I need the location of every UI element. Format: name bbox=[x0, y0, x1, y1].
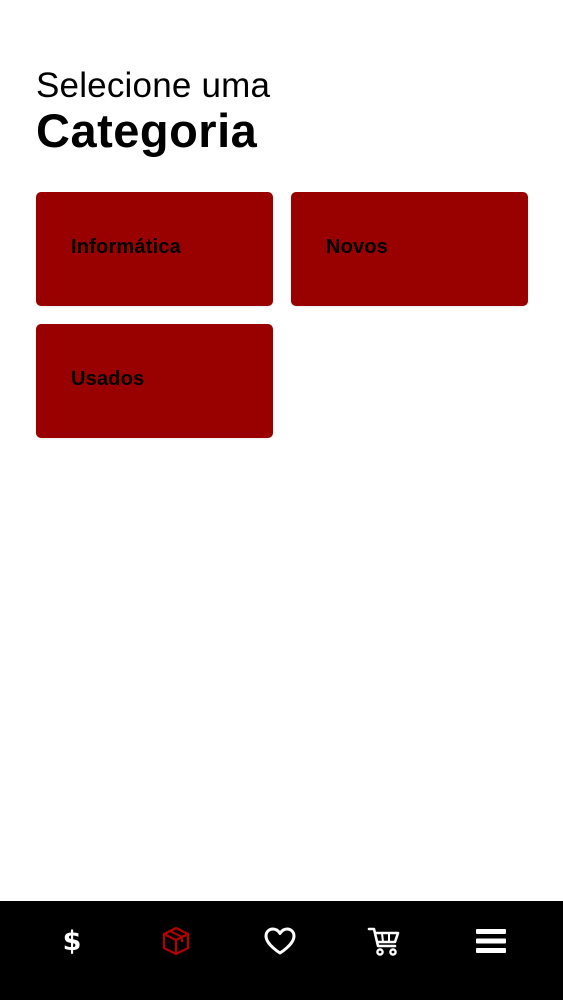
category-label: Informática bbox=[71, 236, 182, 258]
dollar-icon: $ bbox=[62, 925, 82, 957]
page-title: Categoria bbox=[36, 104, 258, 157]
page-subtitle: Selecione uma bbox=[36, 66, 271, 105]
box-icon bbox=[162, 926, 190, 956]
category-card-informatica[interactable]: Informática bbox=[36, 192, 273, 306]
nav-item-favorites[interactable] bbox=[240, 901, 320, 981]
cart-icon bbox=[367, 927, 400, 956]
page-header: Selecione uma Categoria bbox=[36, 66, 270, 156]
nav-item-cart[interactable] bbox=[344, 901, 424, 981]
category-card-novos[interactable]: Novos bbox=[291, 192, 528, 306]
category-label: Novos bbox=[326, 236, 389, 258]
menu-icon bbox=[476, 929, 506, 953]
category-card-usados[interactable]: Usados bbox=[36, 324, 273, 438]
bottom-navigation: $ bbox=[0, 901, 563, 1000]
category-label: Usados bbox=[71, 368, 145, 390]
nav-item-menu[interactable] bbox=[451, 901, 531, 981]
nav-item-products[interactable] bbox=[136, 901, 216, 981]
nav-item-dollar[interactable]: $ bbox=[32, 901, 112, 981]
heart-icon bbox=[264, 927, 296, 955]
